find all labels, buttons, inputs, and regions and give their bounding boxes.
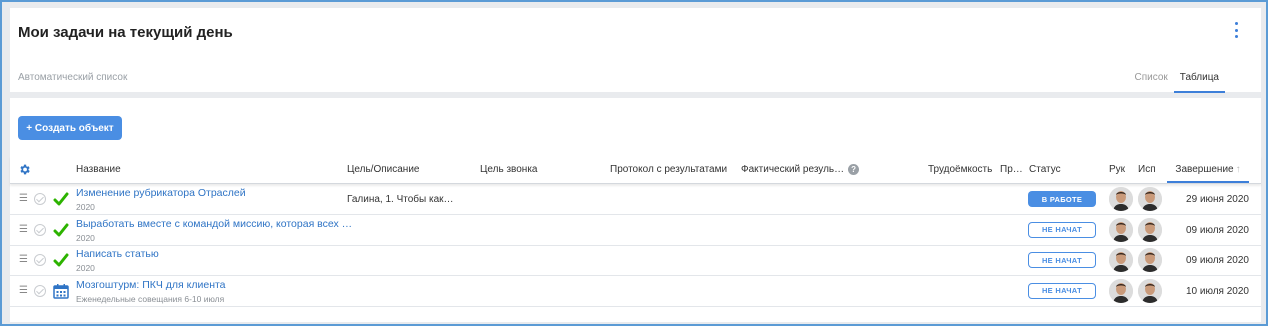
column-header-status[interactable]: Статус (1029, 164, 1061, 175)
column-header-protocol[interactable]: Протокол с результатами (610, 164, 727, 175)
task-goal: Галина, 1. Чтобы как… (347, 194, 454, 205)
table-row[interactable]: ☰ Изменение рубрикатора Отраслей 2020 Га… (10, 184, 1261, 215)
drag-handle-icon[interactable]: ☰ (19, 224, 28, 235)
column-header-end[interactable]: Завершение ↑ (1167, 164, 1249, 183)
status-badge[interactable]: НЕ НАЧАТ (1028, 282, 1096, 299)
avatar[interactable] (1109, 187, 1133, 211)
table-row[interactable]: ☰ Мозгоштурм: ПКЧ для клиента Еженедельн… (10, 276, 1261, 307)
column-header-actual-label: Фактический резуль… (741, 164, 845, 176)
gear-icon[interactable] (18, 163, 31, 176)
avatar[interactable] (1109, 248, 1133, 272)
calendar-icon (53, 283, 69, 299)
green-check-icon (53, 222, 69, 238)
complete-toggle-icon[interactable] (34, 254, 46, 266)
column-header-end-label: Завершение (1175, 164, 1234, 175)
sort-arrow-icon: ↑ (1235, 164, 1241, 175)
view-tab-list[interactable]: Список (1129, 66, 1174, 93)
column-header-head[interactable]: Рук (1109, 164, 1125, 175)
table-header: Название Цель/Описание Цель звонка Прото… (10, 156, 1261, 184)
table-row[interactable]: ☰ Написать статью 2020 НЕ НАЧАТ 09 июля … (10, 245, 1261, 276)
avatar[interactable] (1138, 187, 1162, 211)
page-title: Мои задачи на текущий день (18, 24, 233, 41)
green-check-icon (53, 191, 69, 207)
avatar[interactable] (1138, 217, 1162, 242)
column-header-name[interactable]: Название (76, 164, 121, 175)
list-type-label: Автоматический список (18, 72, 128, 83)
task-subtitle: Еженедельные совещания 6-10 июля (76, 293, 225, 304)
task-end-date: 29 июня 2020 (1186, 194, 1249, 205)
task-end-date: 09 июля 2020 (1185, 255, 1249, 266)
status-badge[interactable]: В РАБОТЕ (1028, 191, 1096, 207)
task-subtitle: 2020 (76, 232, 95, 243)
complete-toggle-icon[interactable] (34, 193, 46, 205)
create-object-button[interactable]: + Создать объект (18, 116, 122, 140)
more-vertical-icon[interactable] (1233, 22, 1239, 38)
column-header-executor[interactable]: Исп (1138, 164, 1156, 175)
column-header-goal[interactable]: Цель/Описание (347, 164, 419, 175)
column-header-pr[interactable]: Пр… (1000, 164, 1023, 175)
column-header-effort[interactable]: Трудоёмкость (928, 164, 992, 175)
complete-toggle-icon[interactable] (34, 223, 46, 236)
complete-toggle-icon[interactable] (34, 284, 46, 297)
table-panel: + Создать объект Название Цель/Описание … (10, 98, 1261, 322)
column-header-actual-result[interactable]: Фактический резуль…? (741, 164, 860, 176)
view-switcher: Список Таблица (1129, 66, 1225, 93)
help-icon[interactable]: ? (848, 164, 860, 175)
green-check-icon (53, 252, 69, 268)
app-frame: Мои задачи на текущий день Автоматически… (0, 0, 1268, 326)
column-header-call-goal[interactable]: Цель звонка (480, 164, 537, 175)
task-subtitle: 2020 (76, 202, 95, 212)
avatar[interactable] (1138, 278, 1162, 303)
task-name-link[interactable]: Выработать вместе с командой миссию, кот… (76, 218, 352, 230)
header-panel: Мои задачи на текущий день Автоматически… (10, 8, 1261, 93)
task-name-link[interactable]: Мозгоштурм: ПКЧ для клиента (76, 279, 226, 291)
status-badge[interactable]: НЕ НАЧАТ (1028, 252, 1096, 268)
avatar[interactable] (1109, 217, 1133, 242)
task-subtitle: 2020 (76, 263, 95, 273)
table-row[interactable]: ☰ Выработать вместе с командой миссию, к… (10, 215, 1261, 246)
avatar[interactable] (1138, 248, 1162, 272)
status-badge[interactable]: НЕ НАЧАТ (1028, 221, 1096, 238)
task-name-link[interactable]: Написать статью (76, 248, 159, 260)
drag-handle-icon[interactable]: ☰ (19, 254, 28, 265)
task-end-date: 09 июля 2020 (1185, 224, 1249, 236)
task-name-link[interactable]: Изменение рубрикатора Отраслей (76, 187, 246, 199)
avatar[interactable] (1109, 278, 1133, 303)
drag-handle-icon[interactable]: ☰ (19, 285, 28, 296)
view-tab-table[interactable]: Таблица (1173, 66, 1225, 93)
drag-handle-icon[interactable]: ☰ (19, 193, 28, 204)
task-end-date: 10 июля 2020 (1185, 285, 1249, 297)
